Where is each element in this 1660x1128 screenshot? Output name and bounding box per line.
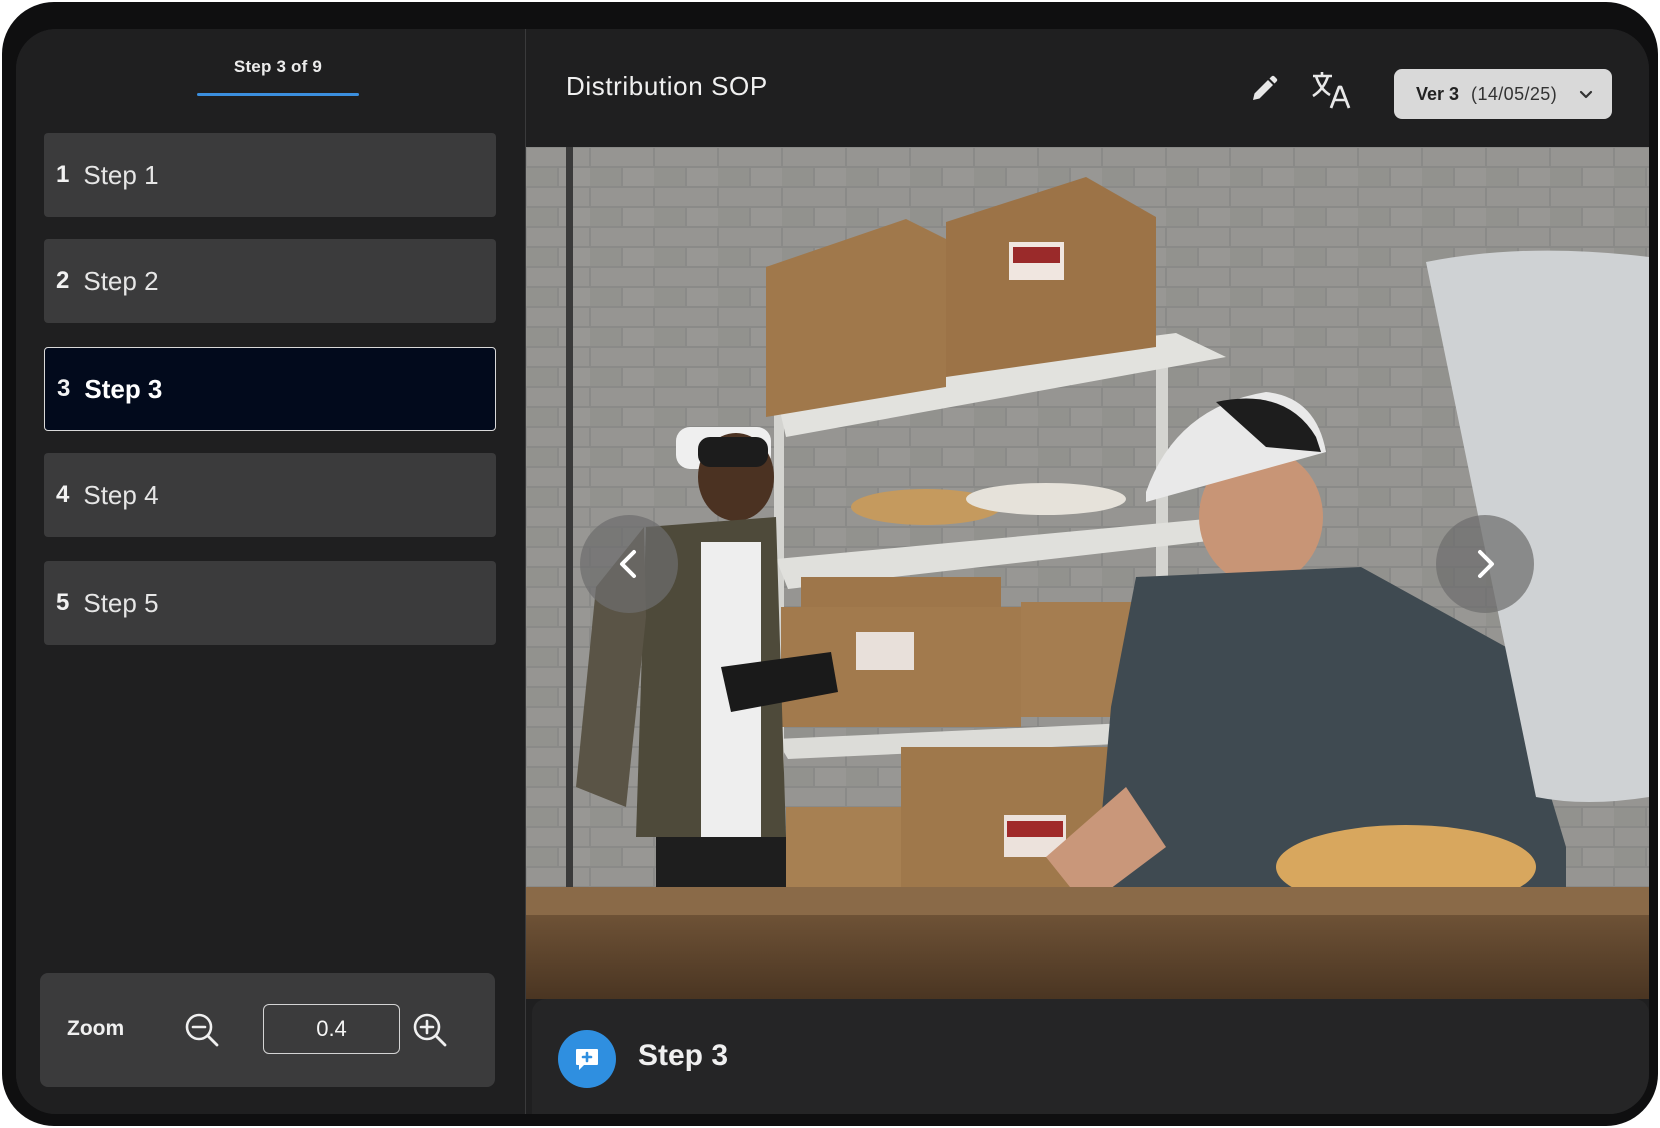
step-label: Step 5: [83, 587, 159, 618]
zoom-label: Zoom: [67, 1017, 125, 1040]
next-image-button[interactable]: [1436, 515, 1534, 613]
step-number: 5: [56, 589, 70, 616]
step-number: 2: [56, 267, 70, 294]
step-label: Step 1: [83, 159, 159, 190]
translate-icon: [1312, 72, 1351, 109]
step-media-image: [526, 147, 1649, 999]
chevron-down-icon: [1579, 90, 1593, 99]
steps-sidebar: Step 3 of 9 1 Step 1 2 Step 2 3 Step 3 4…: [16, 29, 526, 1114]
app-screen: Step 3 of 9 1 Step 1 2 Step 2 3 Step 3 4…: [16, 29, 1649, 1114]
chevron-right-icon: [1478, 550, 1494, 578]
translate-button[interactable]: [1308, 67, 1354, 113]
page-title: Distribution SOP: [566, 71, 768, 101]
step-caption-title: Step 3: [638, 1039, 729, 1072]
step-counter-tab[interactable]: Step 3 of 9: [197, 57, 359, 77]
step-label: Step 4: [83, 479, 159, 510]
step-item-3[interactable]: 3 Step 3: [44, 347, 496, 431]
zoom-value-field[interactable]: 0.4: [263, 1004, 400, 1054]
step-item-1[interactable]: 1 Step 1: [44, 133, 496, 217]
main-panel: Distribution SOP Ver 3 (14/05/25) Step 3: [526, 29, 1649, 1114]
add-comment-icon: [576, 1049, 598, 1070]
step-item-5[interactable]: 5 Step 5: [44, 561, 496, 645]
step-label: Step 2: [83, 265, 159, 296]
version-label: Ver 3: [1416, 83, 1460, 104]
zoom-out-icon: [185, 1013, 219, 1047]
chevron-left-icon: [620, 550, 636, 578]
version-date: (14/05/25): [1471, 83, 1558, 104]
zoom-in-icon: [413, 1013, 447, 1047]
step-number: 4: [56, 481, 70, 508]
header: Distribution SOP Ver 3 (14/05/25): [526, 29, 1649, 147]
step-item-2[interactable]: 2 Step 2: [44, 239, 496, 323]
prev-image-button[interactable]: [580, 515, 678, 613]
tablet-frame: Step 3 of 9 1 Step 1 2 Step 2 3 Step 3 4…: [2, 2, 1658, 1126]
step-number: 3: [57, 375, 71, 402]
zoom-out-button[interactable]: [180, 1008, 224, 1052]
step-caption-bar: Step 3: [532, 999, 1649, 1114]
zoom-panel: Zoom 0.4: [40, 973, 495, 1087]
step-counter-underline: [197, 93, 359, 96]
zoom-in-button[interactable]: [408, 1008, 452, 1052]
step-number: 1: [56, 161, 70, 188]
version-dropdown[interactable]: Ver 3 (14/05/25): [1394, 69, 1612, 119]
step-label: Step 3: [84, 373, 163, 404]
add-comment-button[interactable]: [558, 1030, 616, 1088]
step-item-4[interactable]: 4 Step 4: [44, 453, 496, 537]
pencil-icon: [1253, 75, 1278, 100]
edit-button[interactable]: [1244, 69, 1284, 109]
